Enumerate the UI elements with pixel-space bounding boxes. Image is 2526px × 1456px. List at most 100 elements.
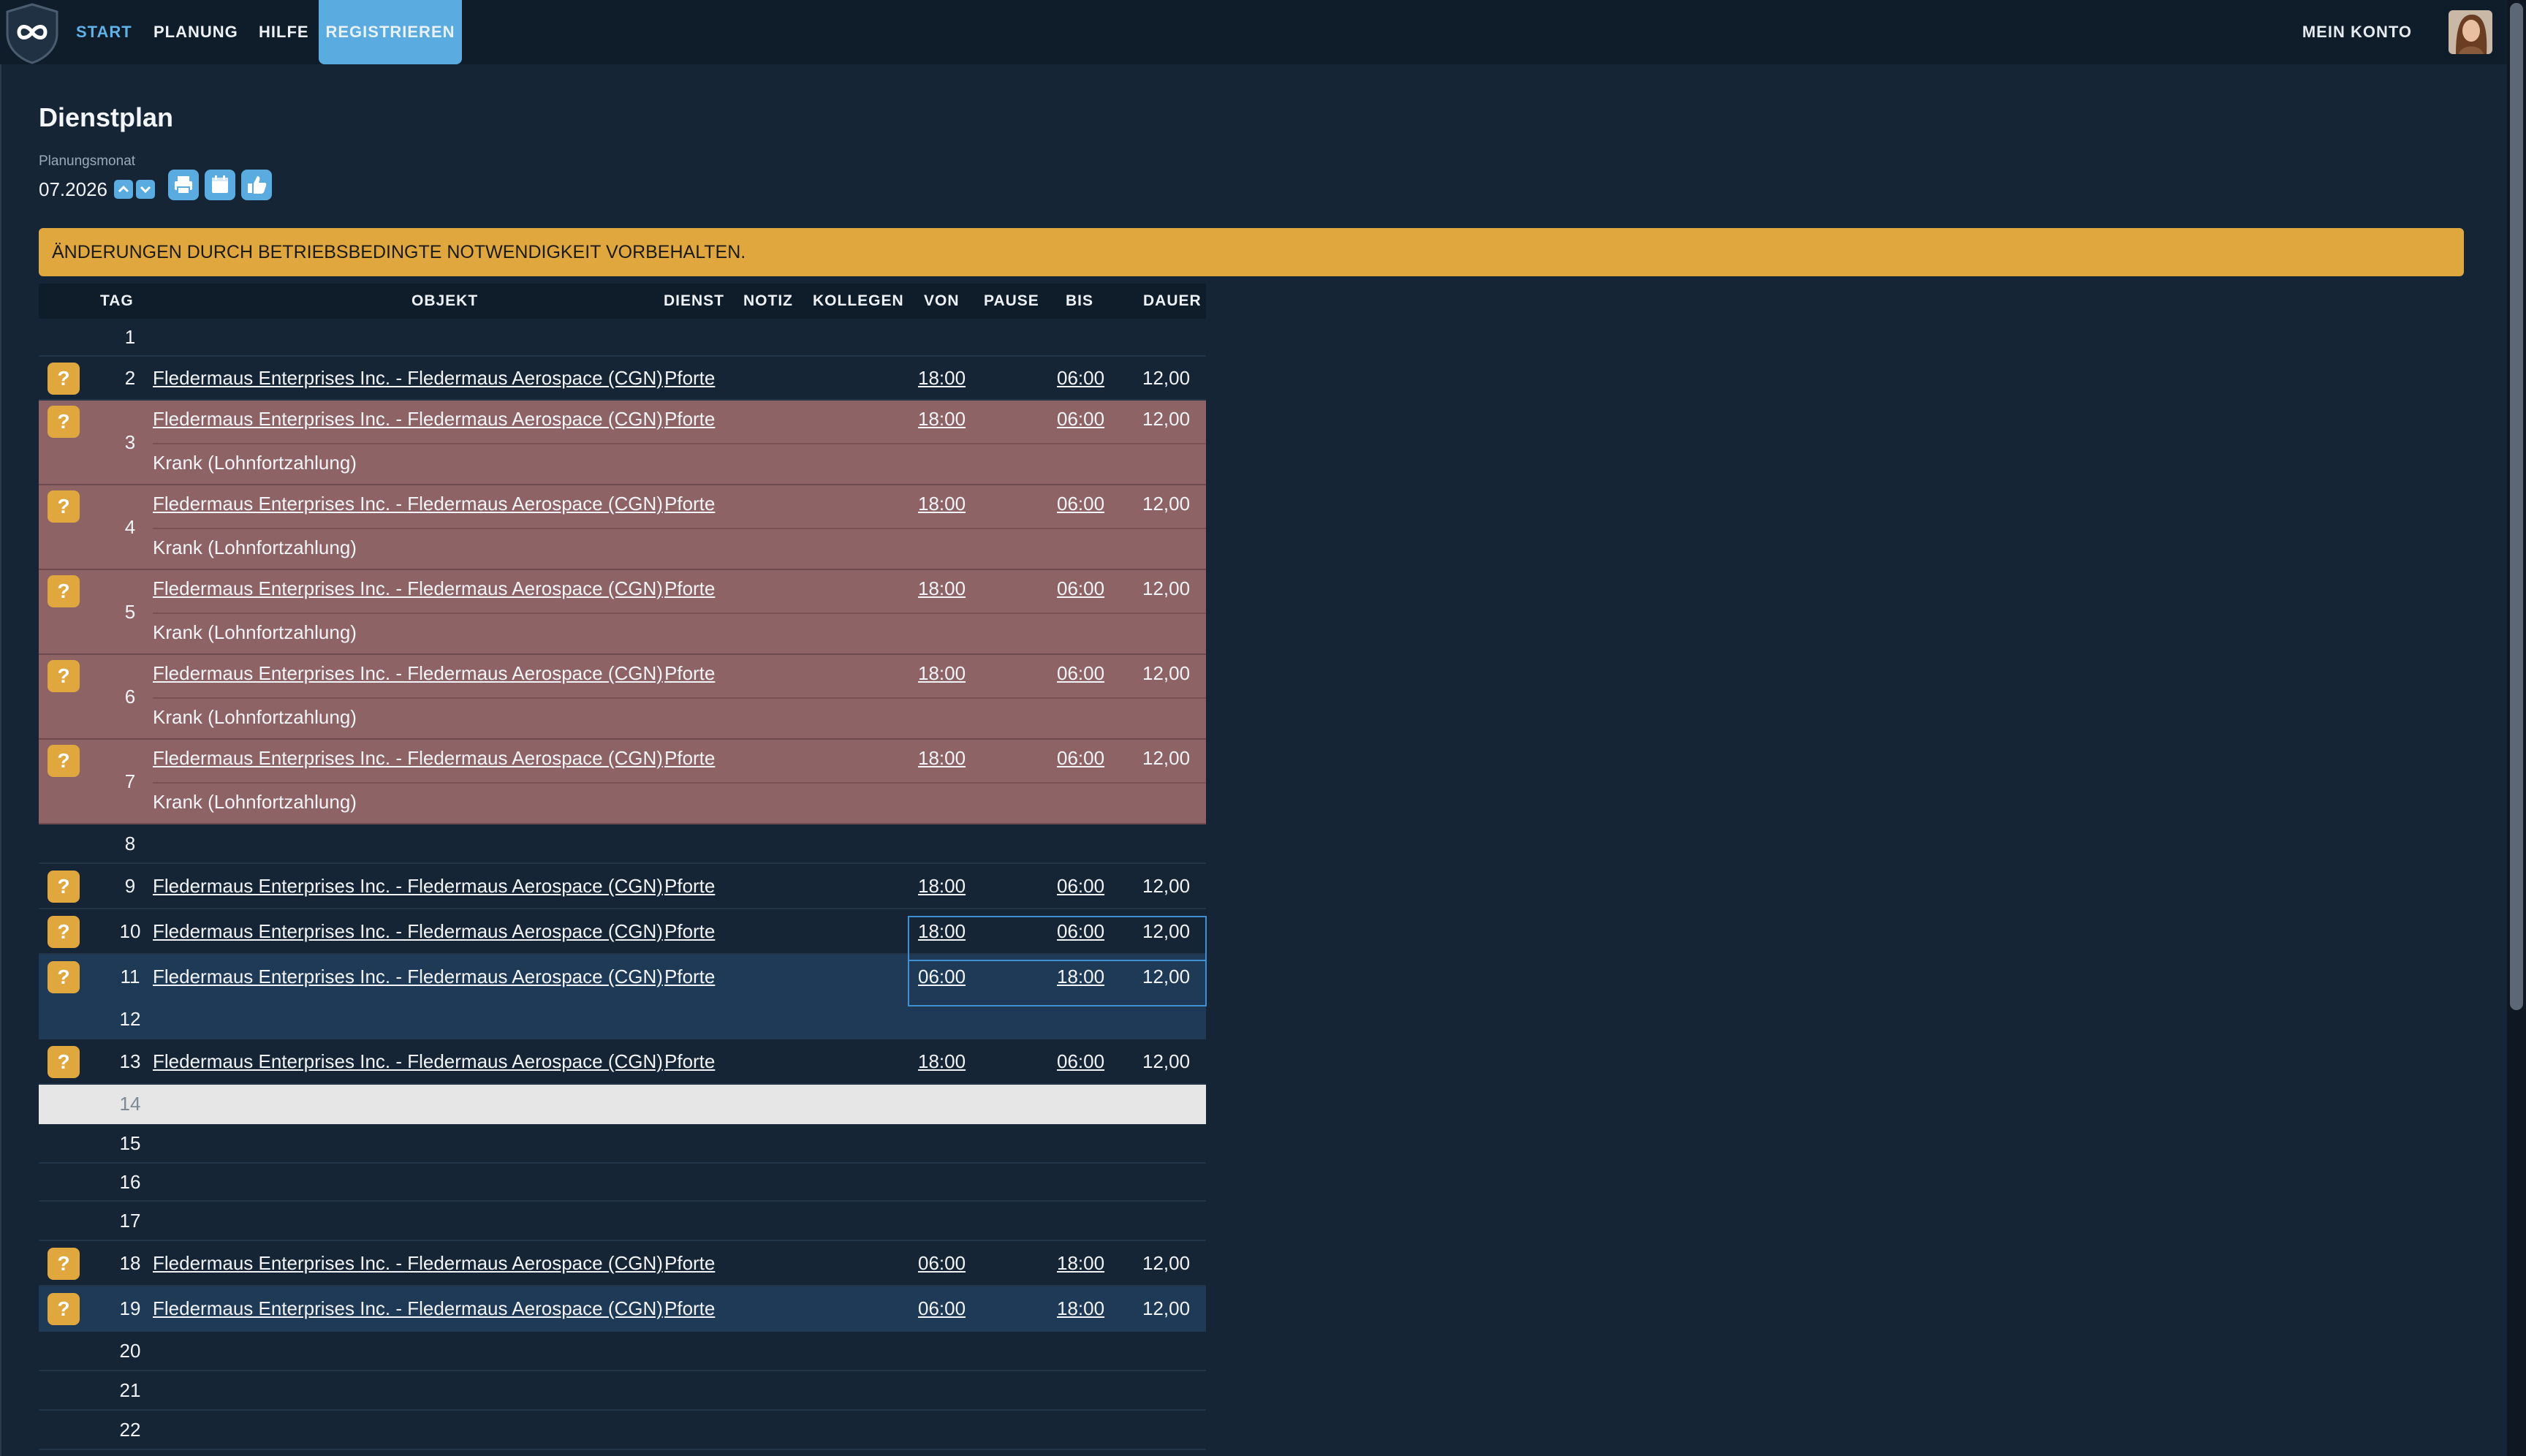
dienst-link[interactable]: Pforte <box>664 1050 715 1073</box>
nav-hilfe[interactable]: HILFE <box>259 0 309 64</box>
table-row[interactable]: 2? Fledermaus Enterprises Inc. - Flederma… <box>39 357 1206 401</box>
dienst-link[interactable]: Pforte <box>664 747 715 770</box>
nav-mein-konto[interactable]: MEIN KONTO <box>2302 0 2412 64</box>
von-time-link[interactable]: 18:00 <box>918 875 966 898</box>
objekt-link[interactable]: Fledermaus Enterprises Inc. - Fledermaus… <box>153 577 663 600</box>
calendar-icon[interactable] <box>205 170 235 200</box>
von-time-link[interactable]: 06:00 <box>918 1252 966 1275</box>
dienst-link[interactable]: Pforte <box>664 367 715 390</box>
status-question-badge[interactable]: ? <box>48 1248 80 1280</box>
status-question-badge[interactable]: ? <box>48 961 80 993</box>
table-row[interactable]: 5? Fledermaus Enterprises Inc. - Flederma… <box>39 570 1206 655</box>
month-down-chevron-icon[interactable] <box>136 180 155 199</box>
header-dienst[interactable]: DIENST <box>664 284 724 319</box>
schedule-table: TAG OBJEKT DIENST NOTIZ KOLLEGEN VON PAU… <box>39 284 1206 1450</box>
header-tag[interactable]: TAG <box>100 284 134 319</box>
top-navigation-bar: START PLANUNG HILFE REGISTRIEREN MEIN KO… <box>0 0 2507 64</box>
bis-time-link[interactable]: 06:00 <box>1057 1050 1104 1073</box>
scrollbar-thumb[interactable] <box>2510 3 2523 1010</box>
status-question-badge[interactable]: ? <box>48 1293 80 1325</box>
objekt-link[interactable]: Fledermaus Enterprises Inc. - Fledermaus… <box>153 920 663 943</box>
von-time-link[interactable]: 18:00 <box>918 662 966 685</box>
von-time-link[interactable]: 18:00 <box>918 493 966 515</box>
status-question-badge[interactable]: ? <box>48 660 80 692</box>
table-row[interactable]: 15 <box>39 1124 1206 1164</box>
logo-shield-icon[interactable] <box>3 1 61 64</box>
von-time-link[interactable]: 18:00 <box>918 747 966 770</box>
dienst-link[interactable]: Pforte <box>664 577 715 600</box>
dienst-link[interactable]: Pforte <box>664 966 715 988</box>
objekt-link[interactable]: Fledermaus Enterprises Inc. - Fledermaus… <box>153 493 663 515</box>
von-time-link[interactable]: 18:00 <box>918 577 966 600</box>
objekt-link[interactable]: Fledermaus Enterprises Inc. - Fledermaus… <box>153 662 663 685</box>
status-question-badge[interactable]: ? <box>48 363 80 395</box>
nav-start[interactable]: START <box>76 0 132 64</box>
user-avatar[interactable] <box>2449 10 2492 54</box>
table-row[interactable]: 3? Fledermaus Enterprises Inc. - Flederma… <box>39 401 1206 485</box>
table-row[interactable]: 16 <box>39 1164 1206 1202</box>
table-row[interactable]: 1 <box>39 319 1206 357</box>
objekt-link[interactable]: Fledermaus Enterprises Inc. - Fledermaus… <box>153 1297 663 1320</box>
dienst-link[interactable]: Pforte <box>664 493 715 515</box>
von-time-link[interactable]: 18:00 <box>918 1050 966 1073</box>
objekt-link[interactable]: Fledermaus Enterprises Inc. - Fledermaus… <box>153 747 663 770</box>
header-notiz[interactable]: NOTIZ <box>743 284 793 319</box>
objekt-link[interactable]: Fledermaus Enterprises Inc. - Fledermaus… <box>153 966 663 988</box>
nav-registrieren-button[interactable]: REGISTRIEREN <box>319 0 462 64</box>
status-question-badge[interactable]: ? <box>48 1046 80 1078</box>
header-dauer[interactable]: DAUER <box>1143 284 1202 319</box>
status-question-badge[interactable]: ? <box>48 406 80 438</box>
table-row[interactable]: 8 <box>39 824 1206 864</box>
table-row[interactable]: 14 <box>39 1085 1206 1124</box>
bis-time-link[interactable]: 06:00 <box>1057 493 1104 515</box>
status-question-badge[interactable]: ? <box>48 916 80 948</box>
bis-time-link[interactable]: 18:00 <box>1057 1252 1104 1275</box>
status-question-badge[interactable]: ? <box>48 575 80 607</box>
von-time-link[interactable]: 18:00 <box>918 408 966 431</box>
table-row[interactable]: 9? Fledermaus Enterprises Inc. - Flederma… <box>39 864 1206 909</box>
planning-month-label: Planungsmonat <box>39 153 136 169</box>
dienst-link[interactable]: Pforte <box>664 1297 715 1320</box>
bis-time-link[interactable]: 06:00 <box>1057 747 1104 770</box>
table-row[interactable]: 22 <box>39 1411 1206 1450</box>
header-objekt[interactable]: OBJEKT <box>411 284 478 319</box>
dienst-link[interactable]: Pforte <box>664 875 715 898</box>
bis-time-link[interactable]: 18:00 <box>1057 1297 1104 1320</box>
table-row[interactable]: 17 <box>39 1202 1206 1241</box>
table-row[interactable]: 6? Fledermaus Enterprises Inc. - Flederma… <box>39 655 1206 740</box>
dienst-link[interactable]: Pforte <box>664 408 715 431</box>
bis-time-link[interactable]: 06:00 <box>1057 875 1104 898</box>
von-time-link[interactable]: 18:00 <box>918 367 966 390</box>
table-row[interactable]: 18? Fledermaus Enterprises Inc. - Flederm… <box>39 1241 1206 1286</box>
dienst-link[interactable]: Pforte <box>664 662 715 685</box>
bis-time-link[interactable]: 06:00 <box>1057 367 1104 390</box>
von-time-link[interactable]: 06:00 <box>918 1297 966 1320</box>
status-question-badge[interactable]: ? <box>48 490 80 523</box>
status-question-badge[interactable]: ? <box>48 871 80 903</box>
month-up-chevron-icon[interactable] <box>114 180 133 199</box>
table-row[interactable]: 7? Fledermaus Enterprises Inc. - Flederma… <box>39 740 1206 824</box>
objekt-link[interactable]: Fledermaus Enterprises Inc. - Fledermaus… <box>153 1050 663 1073</box>
table-row[interactable]: 20 <box>39 1332 1206 1371</box>
dienst-link[interactable]: Pforte <box>664 920 715 943</box>
bis-time-link[interactable]: 06:00 <box>1057 662 1104 685</box>
table-row[interactable]: 19? Fledermaus Enterprises Inc. - Flederm… <box>39 1286 1206 1332</box>
header-kollegen[interactable]: KOLLEGEN <box>813 284 904 319</box>
thumbs-up-icon[interactable] <box>241 170 272 200</box>
header-pause[interactable]: PAUSE <box>984 284 1039 319</box>
objekt-link[interactable]: Fledermaus Enterprises Inc. - Fledermaus… <box>153 1252 663 1275</box>
print-icon[interactable] <box>168 170 199 200</box>
table-row[interactable]: 13? Fledermaus Enterprises Inc. - Flederm… <box>39 1039 1206 1085</box>
bis-time-link[interactable]: 06:00 <box>1057 408 1104 431</box>
header-von[interactable]: VON <box>924 284 960 319</box>
objekt-link[interactable]: Fledermaus Enterprises Inc. - Fledermaus… <box>153 408 663 431</box>
table-row[interactable]: 21 <box>39 1371 1206 1411</box>
nav-planung[interactable]: PLANUNG <box>153 0 238 64</box>
objekt-link[interactable]: Fledermaus Enterprises Inc. - Fledermaus… <box>153 875 663 898</box>
header-bis[interactable]: BIS <box>1066 284 1093 319</box>
dienst-link[interactable]: Pforte <box>664 1252 715 1275</box>
table-row[interactable]: 4? Fledermaus Enterprises Inc. - Flederma… <box>39 485 1206 570</box>
bis-time-link[interactable]: 06:00 <box>1057 577 1104 600</box>
status-question-badge[interactable]: ? <box>48 745 80 777</box>
objekt-link[interactable]: Fledermaus Enterprises Inc. - Fledermaus… <box>153 367 663 390</box>
